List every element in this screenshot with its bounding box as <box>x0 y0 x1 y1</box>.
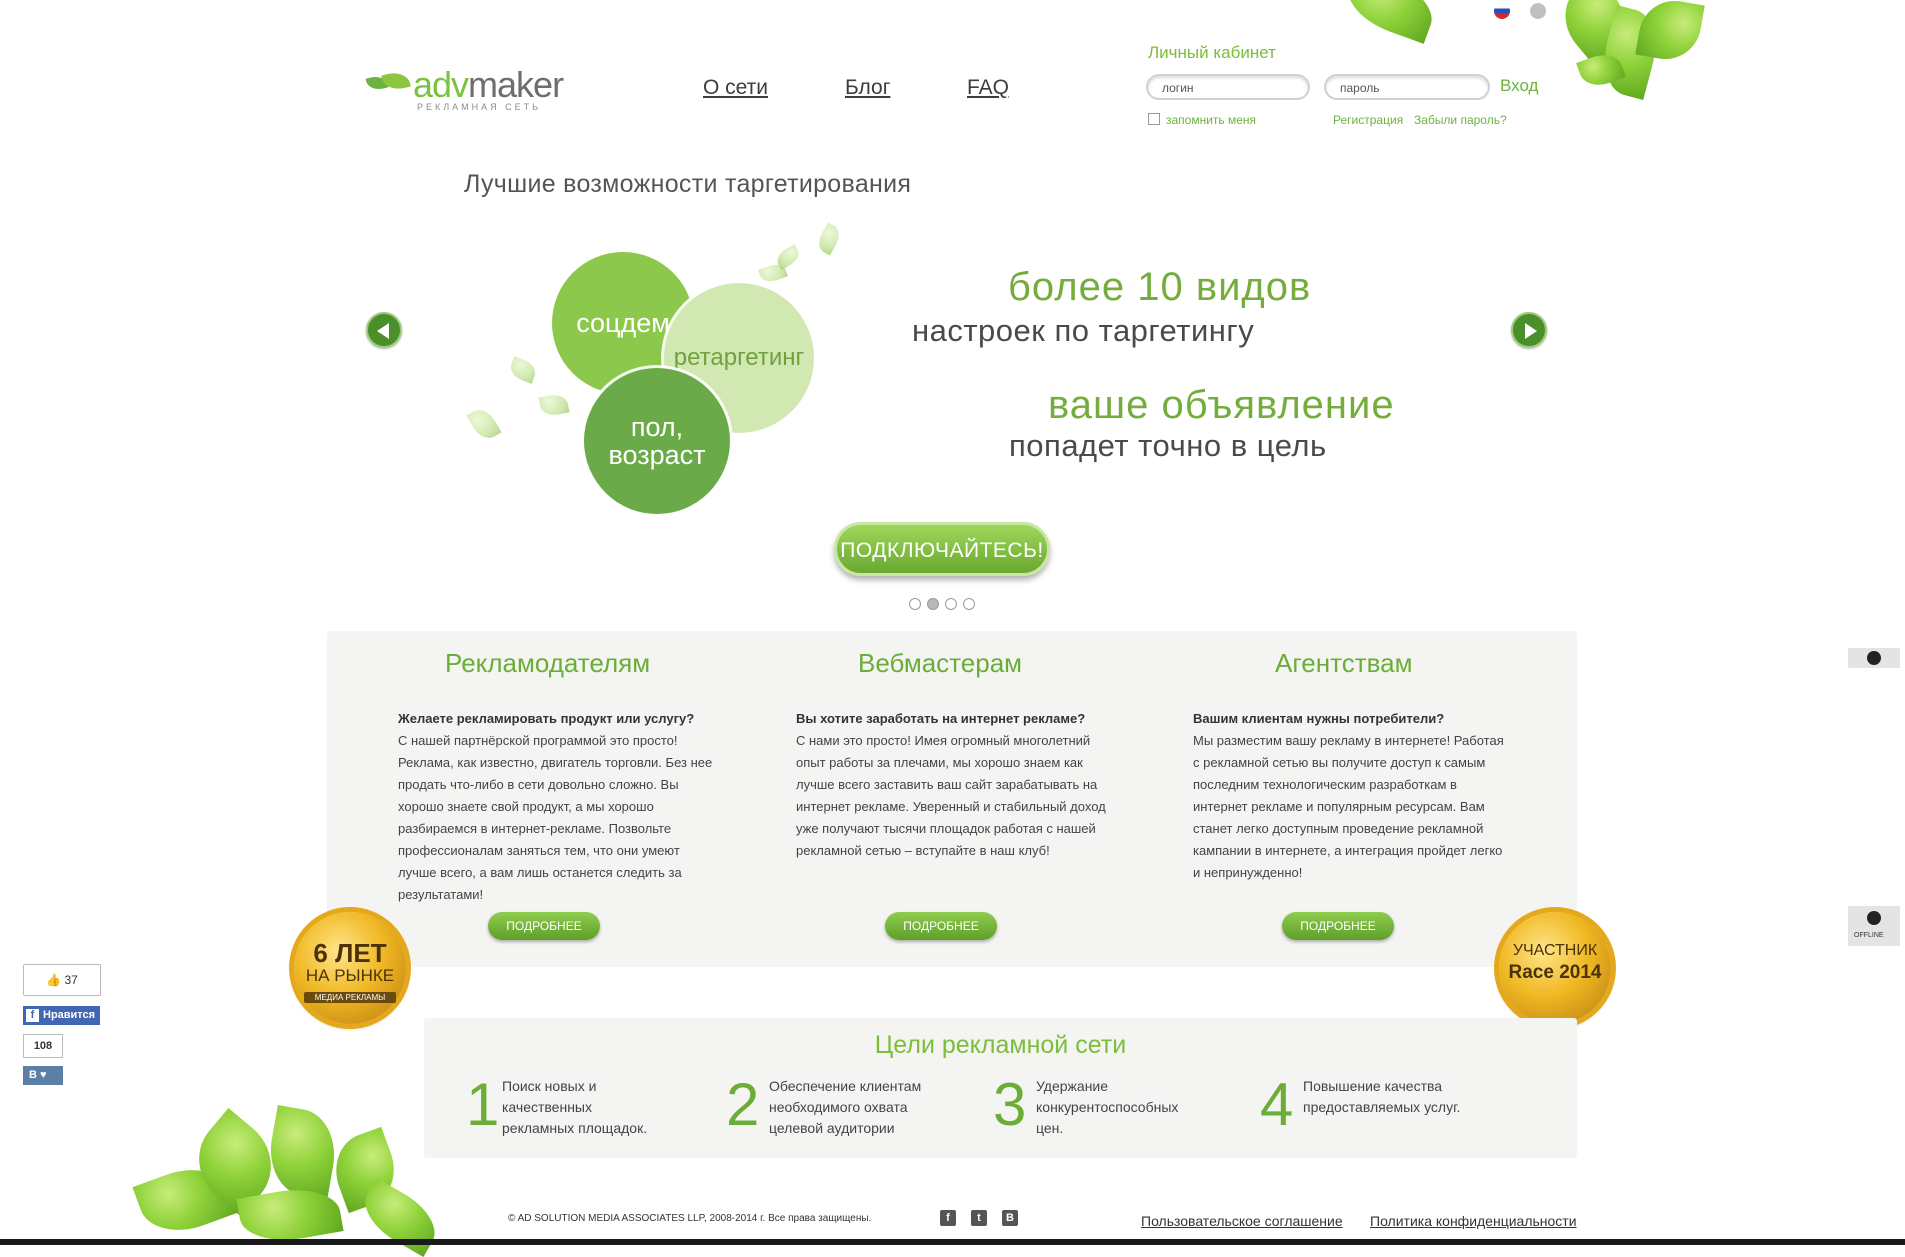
slider-dot[interactable] <box>909 598 921 610</box>
twitter-icon[interactable]: t <box>971 1210 987 1226</box>
goal-text: Обеспечение клиентам необходимого охвата… <box>769 1078 922 1136</box>
slider-dot[interactable] <box>963 598 975 610</box>
slider-prev-button[interactable] <box>366 312 402 348</box>
goal-number: 4 <box>1260 1071 1294 1138</box>
logo-subtitle: РЕКЛАМНАЯ СЕТЬ <box>417 102 542 112</box>
webmasters-more-button[interactable]: ПОДРОБНЕЕ <box>885 912 997 940</box>
slider-dot-active[interactable] <box>927 598 939 610</box>
remember-checkbox[interactable] <box>1148 113 1160 125</box>
language-ru-icon[interactable] <box>1494 3 1510 19</box>
chat-widget[interactable] <box>1848 648 1900 668</box>
circle-gender-age: пол, возраст <box>584 368 730 514</box>
nav-about[interactable]: О сети <box>703 76 768 100</box>
hero-line2-big: ваше объявление <box>1048 383 1395 427</box>
goal-number: 3 <box>993 1071 1027 1138</box>
arrow-left-icon <box>377 323 389 339</box>
privacy-policy-link[interactable]: Политика конфиденциальности <box>1370 1213 1577 1229</box>
agencies-lead: Вашим клиентам нужны потребители? <box>1193 711 1445 726</box>
heart-icon: ♥ <box>40 1069 47 1081</box>
vk-like-button[interactable]: В ♥ <box>23 1066 63 1085</box>
goal-number: 2 <box>726 1071 760 1138</box>
six-years-badge: 6 ЛЕТ НА РЫНКЕ МЕДИА РЕКЛАМЫ <box>294 912 406 1024</box>
hero-line1-small: настроек по таргетингу <box>912 313 1255 348</box>
vk-like-count: 108 <box>23 1034 63 1058</box>
logo-text: advmaker <box>413 64 564 105</box>
facebook-icon: f <box>26 1009 39 1022</box>
goal-text: Поиск новых и качественных рекламных пло… <box>502 1078 648 1136</box>
advertisers-lead: Желаете рекламировать продукт или услугу… <box>398 711 695 726</box>
arrow-right-icon <box>1525 323 1537 339</box>
slider-next-button[interactable] <box>1511 312 1547 348</box>
goal-number: 1 <box>466 1071 500 1138</box>
bottom-bar <box>0 1239 1905 1245</box>
remember-me[interactable]: запомнить меня <box>1148 113 1256 127</box>
hero-title: Лучшие возможности таргетирования <box>464 170 912 198</box>
webmasters-lead: Вы хотите заработать на интернет рекламе… <box>796 711 1086 726</box>
advertisers-text: Желаете рекламировать продукт или услугу… <box>398 708 718 906</box>
copyright: © AD SOLUTION MEDIA ASSOCIATES LLP, 2008… <box>508 1213 872 1224</box>
connect-button[interactable]: ПОДКЛЮЧАЙТЕСЬ! <box>834 522 1050 576</box>
fb-like-count: 👍 37 <box>23 964 101 996</box>
forgot-password-link[interactable]: Забыли пароль? <box>1414 113 1507 127</box>
nav-faq[interactable]: FAQ <box>967 76 1009 100</box>
login-button[interactable]: Вход <box>1500 76 1538 96</box>
agencies-text: Вашим клиентам нужны потребители? Мы раз… <box>1193 708 1513 884</box>
nav-blog[interactable]: Блог <box>845 76 890 100</box>
vk-icon[interactable]: B <box>1002 1210 1018 1226</box>
agencies-more-button[interactable]: ПОДРОБНЕЕ <box>1282 912 1394 940</box>
offline-status: OFFLINE <box>1854 932 1884 939</box>
advertisers-title: Рекламодателям <box>445 648 651 678</box>
operator-avatar-icon <box>1867 911 1881 925</box>
register-link[interactable]: Регистрация <box>1333 113 1403 127</box>
password-input[interactable]: пароль <box>1324 74 1490 100</box>
webmasters-text: Вы хотите заработать на интернет рекламе… <box>796 708 1111 862</box>
facebook-icon[interactable]: f <box>940 1210 956 1226</box>
advertisers-more-button[interactable]: ПОДРОБНЕЕ <box>488 912 600 940</box>
agencies-title: Агентствам <box>1275 648 1413 678</box>
advmaker-logo[interactable]: advmaker РЕКЛАМНАЯ СЕТЬ <box>365 64 587 114</box>
chat-offline-widget[interactable]: OFFLINE <box>1848 906 1900 946</box>
thumbs-up-icon: 👍 <box>46 973 62 987</box>
language-en-icon[interactable] <box>1530 3 1546 19</box>
webmasters-title: Вебмастерам <box>858 648 1023 678</box>
login-input[interactable]: логин <box>1146 74 1310 100</box>
race-2014-badge: УЧАСТНИК Race 2014 <box>1499 912 1611 1024</box>
goal-text: Повышение качества предоставляемых услуг… <box>1303 1078 1461 1115</box>
hero-line2-small: попадет точно в цель <box>1009 428 1327 463</box>
goals-title: Цели рекламной сети <box>874 1031 1127 1059</box>
logo-leaf-icon <box>381 68 411 94</box>
fb-like-button[interactable]: f Нравится <box>23 1006 100 1025</box>
goal-text: Удержание конкурентоспособных цен. <box>1036 1078 1179 1136</box>
operator-avatar-icon <box>1867 651 1881 665</box>
cabinet-title: Личный кабинет <box>1148 43 1276 62</box>
hero-line1-big: более 10 видов <box>1008 265 1312 309</box>
slider-dot[interactable] <box>945 598 957 610</box>
user-agreement-link[interactable]: Пользовательское соглашение <box>1141 1213 1343 1229</box>
